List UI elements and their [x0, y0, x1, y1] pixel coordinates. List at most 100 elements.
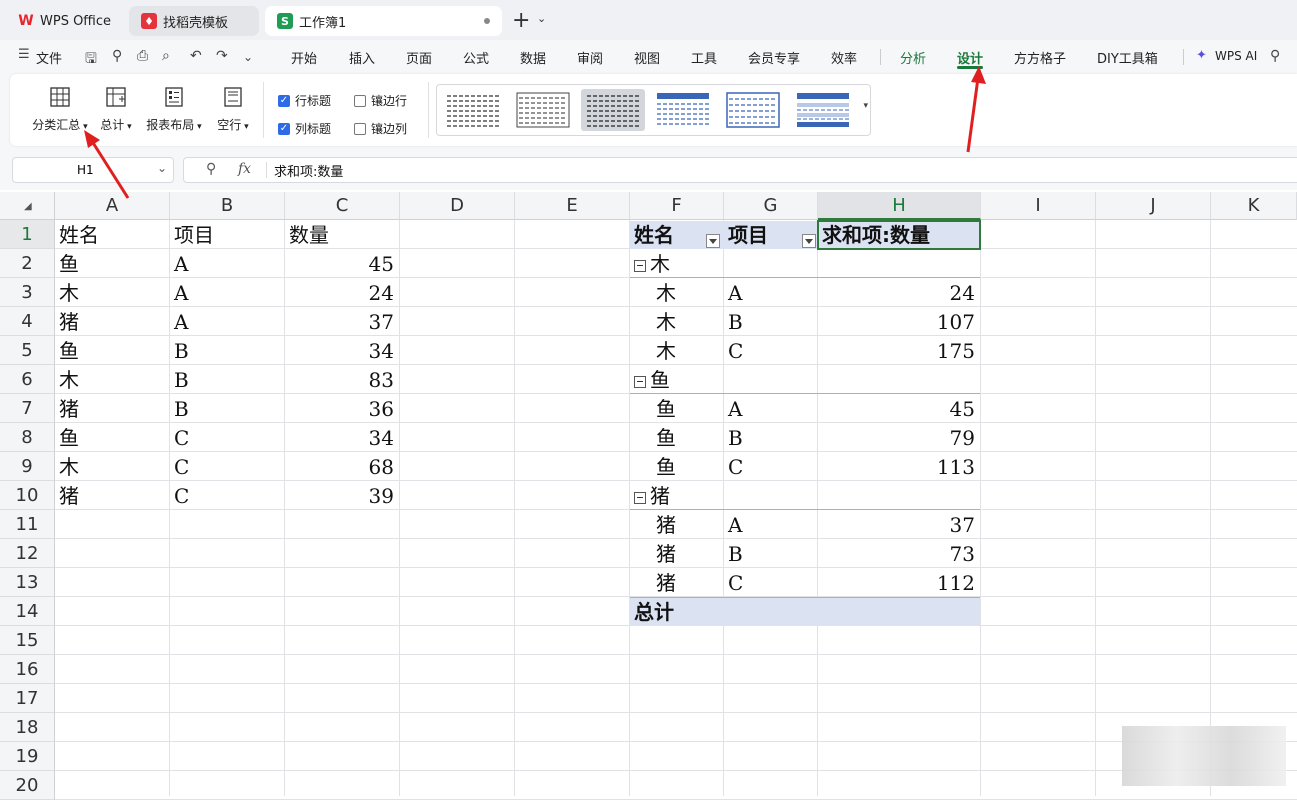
column-header-a[interactable]: A	[55, 192, 170, 220]
hamburger-icon[interactable]: ☰	[18, 47, 30, 62]
menu-efficiency[interactable]: 效率	[831, 48, 857, 67]
menu-fangfang[interactable]: 方方格子	[1014, 48, 1066, 67]
source-data-cell[interactable]: 68	[285, 452, 394, 481]
pivot-data-item[interactable]: A	[728, 394, 818, 423]
row-headers-checkbox[interactable]: ✓ 行标题	[278, 92, 331, 109]
pivot-data-sum[interactable]: 73	[818, 539, 975, 568]
row-header-9[interactable]: 9	[0, 452, 55, 481]
pivot-group-row[interactable]: 猪	[634, 481, 974, 510]
tab-workbook[interactable]: S 工作簿1	[265, 6, 502, 36]
pivot-data-name[interactable]: 鱼	[634, 423, 724, 452]
source-data-cell[interactable]: B	[174, 365, 285, 394]
banded-rows-checkbox[interactable]: 镶边行	[354, 92, 407, 109]
source-data-cell[interactable]: 木	[59, 278, 170, 307]
column-header-h[interactable]: H	[818, 192, 981, 220]
row-header-7[interactable]: 7	[0, 394, 55, 423]
source-data-cell[interactable]: 34	[285, 423, 394, 452]
blank-rows-button[interactable]: 空行 ▾	[215, 86, 251, 133]
report-layout-button[interactable]: 报表布局 ▾	[146, 86, 202, 133]
pivot-item-filter-button[interactable]	[802, 234, 816, 248]
zoom-formula-icon[interactable]: ⚲	[206, 161, 216, 177]
menu-formula[interactable]: 公式	[463, 48, 489, 67]
source-data-cell[interactable]: B	[174, 336, 285, 365]
column-header-d[interactable]: D	[400, 192, 515, 220]
source-data-cell[interactable]: A	[174, 249, 285, 278]
pivot-data-name[interactable]: 木	[634, 336, 724, 365]
column-header-f[interactable]: F	[630, 192, 724, 220]
row-header-18[interactable]: 18	[0, 713, 55, 742]
source-header-cell[interactable]: 姓名	[59, 220, 170, 249]
column-header-b[interactable]: B	[170, 192, 285, 220]
pivot-grand-total[interactable]: 总计	[634, 597, 724, 626]
search-icon[interactable]: ⚲	[1270, 48, 1280, 64]
unsaved-dot-icon[interactable]	[484, 18, 490, 24]
menu-view[interactable]: 视图	[634, 48, 660, 67]
tab-list-chevron-icon[interactable]: ⌄	[537, 12, 546, 25]
pivot-data-name[interactable]: 鱼	[634, 394, 724, 423]
source-data-cell[interactable]: 木	[59, 365, 170, 394]
source-data-cell[interactable]: 鱼	[59, 336, 170, 365]
row-header-17[interactable]: 17	[0, 684, 55, 713]
pivot-style-1[interactable]	[441, 89, 505, 131]
formula-input[interactable]: 求和项:数量	[274, 161, 343, 180]
source-data-cell[interactable]: A	[174, 307, 285, 336]
pivot-data-name[interactable]: 鱼	[634, 452, 724, 481]
tab-docer[interactable]: ♦ 找稻壳模板	[129, 6, 259, 36]
column-headers-checkbox[interactable]: ✓ 列标题	[278, 120, 331, 137]
row-header-2[interactable]: 2	[0, 249, 55, 278]
pivot-style-3-selected[interactable]	[581, 89, 645, 131]
pivot-data-sum[interactable]: 112	[818, 568, 975, 597]
pivot-data-name[interactable]: 猪	[634, 539, 724, 568]
pivot-data-sum[interactable]: 37	[818, 510, 975, 539]
print-preview-icon[interactable]: ⌕	[162, 48, 170, 64]
pivot-data-item[interactable]: C	[728, 336, 818, 365]
menu-start[interactable]: 开始	[291, 48, 317, 67]
spreadsheet-grid[interactable]: ◢ ABCDEFGHIJK 1 2 3 4 5 6 7 8 9 10 11 12 13 14 15 16 17 1…	[0, 192, 1297, 800]
pivot-group-row[interactable]: 鱼	[634, 365, 974, 394]
pivot-data-name[interactable]: 猪	[634, 510, 724, 539]
pivot-data-sum[interactable]: 107	[818, 307, 975, 336]
menu-data[interactable]: 数据	[520, 48, 546, 67]
source-data-cell[interactable]: C	[174, 481, 285, 510]
row-header-14[interactable]: 14	[0, 597, 55, 626]
pivot-name-filter-button[interactable]	[706, 234, 720, 248]
grand-total-button[interactable]: 总计 ▾	[98, 86, 134, 133]
new-tab-plus-icon[interactable]: +	[512, 8, 530, 33]
row-header-1[interactable]: 1	[0, 220, 55, 249]
collapse-minus-icon[interactable]	[634, 260, 646, 272]
row-header-16[interactable]: 16	[0, 655, 55, 684]
menu-page[interactable]: 页面	[406, 48, 432, 67]
menu-file[interactable]: 文件	[36, 48, 62, 67]
menu-analyze[interactable]: 分析	[900, 48, 926, 67]
row-header-15[interactable]: 15	[0, 626, 55, 655]
pivot-data-item[interactable]: A	[728, 278, 818, 307]
row-header-13[interactable]: 13	[0, 568, 55, 597]
menu-wps-ai[interactable]: WPS AI	[1215, 49, 1257, 63]
redo-icon[interactable]: ↷	[216, 48, 228, 64]
menu-review[interactable]: 审阅	[577, 48, 603, 67]
menu-tools[interactable]: 工具	[691, 48, 717, 67]
pivot-data-sum[interactable]: 45	[818, 394, 975, 423]
source-data-cell[interactable]: 45	[285, 249, 394, 278]
row-header-3[interactable]: 3	[0, 278, 55, 307]
pivot-data-item[interactable]: C	[728, 568, 818, 597]
row-header-4[interactable]: 4	[0, 307, 55, 336]
row-header-19[interactable]: 19	[0, 742, 55, 771]
menu-insert[interactable]: 插入	[349, 48, 375, 67]
undo-icon[interactable]: ↶	[190, 48, 202, 64]
row-header-11[interactable]: 11	[0, 510, 55, 539]
pivot-data-sum[interactable]: 175	[818, 336, 975, 365]
pivot-style-5[interactable]	[721, 89, 785, 131]
pivot-data-name[interactable]: 木	[634, 278, 724, 307]
source-data-cell[interactable]: 鱼	[59, 423, 170, 452]
select-all-corner[interactable]: ◢	[0, 192, 55, 220]
pivot-data-item[interactable]: B	[728, 423, 818, 452]
print-icon[interactable]: ⎙	[137, 48, 148, 64]
source-data-cell[interactable]: 24	[285, 278, 394, 307]
tab-wps-office[interactable]: W WPS Office	[6, 6, 123, 36]
source-data-cell[interactable]: 34	[285, 336, 394, 365]
source-data-cell[interactable]: 鱼	[59, 249, 170, 278]
column-header-c[interactable]: C	[285, 192, 400, 220]
menu-design[interactable]: 设计	[957, 48, 983, 67]
subtotal-button[interactable]: 分类汇总 ▾	[30, 86, 90, 133]
